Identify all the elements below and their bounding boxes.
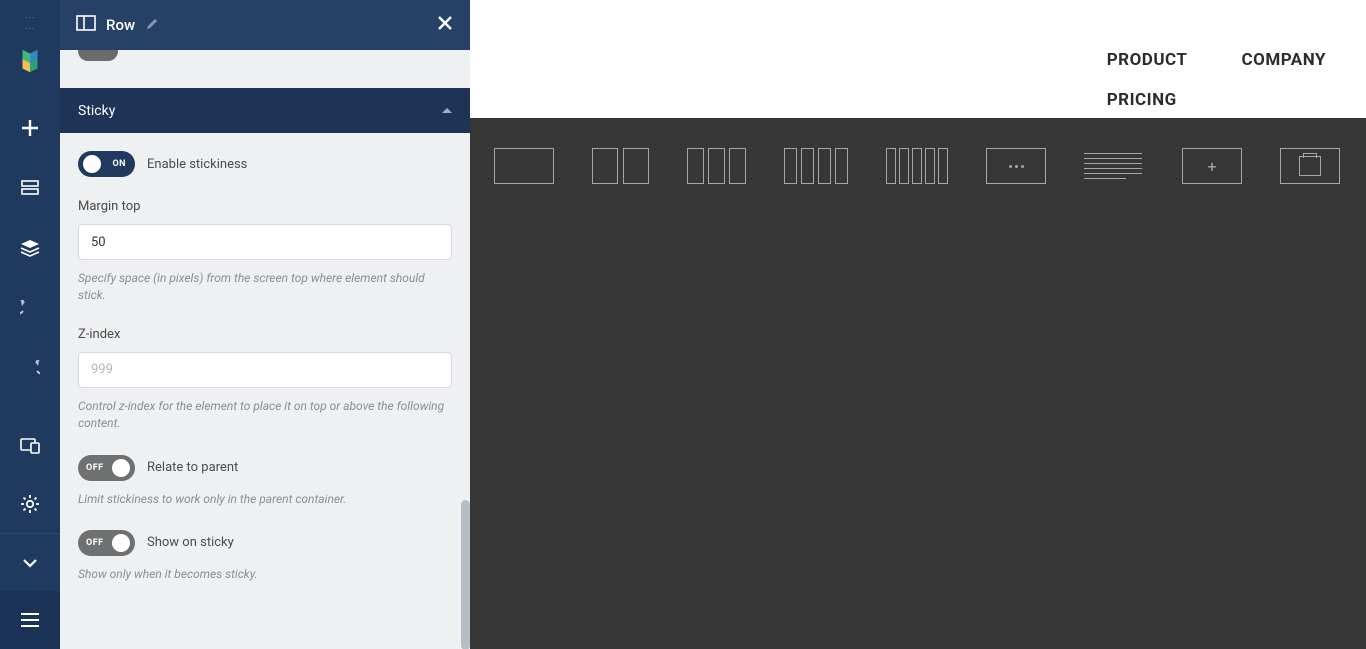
preview-canvas: PRODUCT COMPANY PRICING + xyxy=(470,0,1366,649)
previous-section-peek xyxy=(60,50,470,88)
toggle-off-label-2: OFF xyxy=(86,538,104,548)
margin-top-input[interactable] xyxy=(78,224,452,260)
layout-add[interactable]: + xyxy=(1182,148,1242,184)
responsive-button[interactable] xyxy=(0,417,60,475)
row-icon xyxy=(76,15,96,35)
layout-5col[interactable] xyxy=(886,148,948,184)
relate-to-parent-toggle[interactable]: OFF xyxy=(78,455,135,481)
app-logo xyxy=(15,46,45,76)
redo-button[interactable] xyxy=(0,338,60,398)
toggle-on-label: ON xyxy=(112,159,126,169)
settings-button[interactable] xyxy=(0,475,60,533)
margin-top-label: Margin top xyxy=(78,199,452,214)
panel-scrollbar[interactable] xyxy=(461,500,470,649)
layout-3col[interactable] xyxy=(687,148,746,184)
menu-button[interactable] xyxy=(0,591,60,649)
site-header: PRODUCT COMPANY PRICING xyxy=(470,0,1366,118)
element-settings-panel: Row Sticky xyxy=(60,0,470,649)
zindex-label: Z-index xyxy=(78,327,452,342)
caret-up-icon xyxy=(442,108,452,113)
layout-4col[interactable] xyxy=(784,148,848,184)
close-panel-button[interactable] xyxy=(436,14,454,36)
drag-handle-icon[interactable]: ∙∙∙∙∙∙ xyxy=(25,8,36,42)
site-nav: PRODUCT COMPANY PRICING xyxy=(1107,50,1326,110)
zindex-input[interactable] xyxy=(78,352,452,388)
edit-title-icon[interactable] xyxy=(145,16,159,35)
enable-stickiness-toggle[interactable]: ON xyxy=(78,151,135,177)
relate-to-parent-label: Relate to parent xyxy=(147,460,238,475)
nav-link-company[interactable]: COMPANY xyxy=(1241,50,1326,70)
sticky-section-header[interactable]: Sticky xyxy=(60,88,470,133)
undo-button[interactable] xyxy=(0,278,60,338)
nav-link-product[interactable]: PRODUCT xyxy=(1107,50,1188,70)
layout-container[interactable] xyxy=(1280,148,1340,184)
margin-top-hint: Specify space (in pixels) from the scree… xyxy=(78,270,452,305)
row-layout-picker: + xyxy=(470,118,1366,649)
layout-more[interactable] xyxy=(986,148,1046,184)
panel-title: Row xyxy=(106,16,135,34)
main-toolbar: ∙∙∙∙∙∙ xyxy=(0,0,60,649)
zindex-hint: Control z-index for the element to place… xyxy=(78,398,452,433)
section-title: Sticky xyxy=(78,103,115,119)
collapse-toolbar-button[interactable] xyxy=(0,533,60,591)
templates-button[interactable] xyxy=(0,158,60,218)
panel-header: Row xyxy=(60,0,470,50)
relate-to-parent-hint: Limit stickiness to work only in the par… xyxy=(78,491,452,508)
show-on-sticky-toggle[interactable]: OFF xyxy=(78,530,135,556)
enable-stickiness-label: Enable stickiness xyxy=(147,157,247,172)
add-element-button[interactable] xyxy=(0,98,60,158)
layers-button[interactable] xyxy=(0,218,60,278)
toggle-off-label: OFF xyxy=(86,463,104,473)
show-on-sticky-hint: Show only when it becomes sticky. xyxy=(78,566,452,583)
nav-link-pricing[interactable]: PRICING xyxy=(1107,90,1177,110)
layout-text[interactable] xyxy=(1084,153,1144,179)
layout-2col[interactable] xyxy=(592,148,649,184)
show-on-sticky-label: Show on sticky xyxy=(147,535,234,550)
layout-1col[interactable] xyxy=(494,148,554,184)
canvas-scrollbar[interactable] xyxy=(1348,118,1366,649)
